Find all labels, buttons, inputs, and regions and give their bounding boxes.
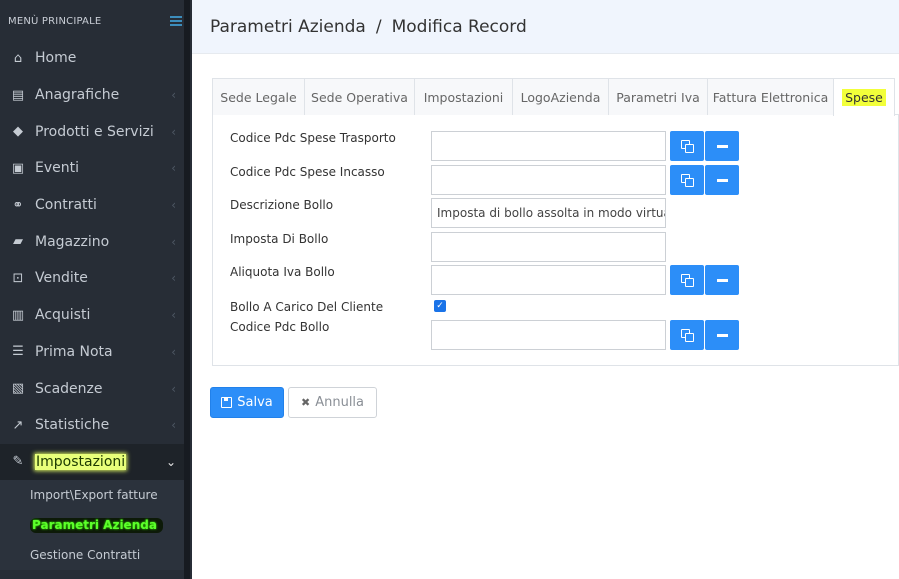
spese-trasporto-input[interactable] — [431, 131, 666, 161]
chevron-left-icon: ‹ — [171, 344, 176, 359]
minus-icon — [716, 278, 728, 282]
sidebar-item-contratti[interactable]: ⚭ Contratti ‹ — [0, 187, 184, 224]
minus-icon — [716, 333, 728, 337]
sidebar-item-acquisti[interactable]: ▥ Acquisti ‹ — [0, 297, 184, 334]
bollo-carico-cliente-checkbox[interactable]: ✓ — [434, 300, 446, 312]
money-icon: ▧ — [11, 381, 25, 397]
imposta-bollo-input[interactable] — [431, 232, 666, 262]
chevron-down-icon: ⌄ — [165, 454, 176, 469]
wrench-icon: ✎ — [12, 454, 24, 470]
spese-incasso-input[interactable] — [431, 165, 666, 195]
sidebar-item-magazzino[interactable]: ▰ Magazzino ‹ — [0, 223, 184, 260]
minus-icon — [716, 178, 728, 182]
tab-bar: Sede Legale Sede Operativa Impostazioni … — [212, 78, 899, 116]
id-card-icon: ▤ — [11, 87, 25, 103]
truck-icon: ▰ — [13, 234, 23, 250]
submenu-item-import-export[interactable]: Import\Export fatture — [0, 480, 184, 510]
sidebar-item-scadenze[interactable]: ▧ Scadenze ‹ — [0, 370, 184, 407]
codice-pdc-bollo-input[interactable] — [431, 320, 666, 350]
copy-button[interactable] — [670, 165, 704, 195]
chevron-left-icon: ‹ — [171, 308, 176, 323]
tab-impostazioni[interactable]: Impostazioni — [414, 78, 513, 115]
sidebar-item-prima-nota[interactable]: ☰ Prima Nota ‹ — [0, 334, 184, 371]
chevron-left-icon: ‹ — [171, 234, 176, 249]
sidebar-item-impostazioni[interactable]: ✎ Impostazioni ⌄ — [0, 443, 184, 481]
basket-icon: ⊡ — [12, 270, 24, 286]
save-button[interactable]: Salva — [210, 387, 284, 418]
floppy-disk-icon — [221, 397, 233, 408]
form-actions: Salva ✖ Annulla — [210, 387, 377, 418]
sidebar-scrollbar[interactable] — [184, 0, 190, 579]
hamburger-menu-icon[interactable] — [170, 16, 182, 26]
tab-parametri-iva[interactable]: Parametri Iva — [608, 78, 708, 115]
clear-button[interactable] — [705, 320, 739, 350]
field-label: Codice Pdc Spese Trasporto — [230, 131, 396, 145]
chevron-left-icon: ‹ — [171, 271, 176, 286]
calendar-check-icon: ▣ — [11, 160, 25, 176]
submenu-item-parametri-azienda[interactable]: Parametri Azienda — [0, 510, 184, 540]
chevron-left-icon: ‹ — [171, 381, 176, 396]
sidebar-item-anagrafiche[interactable]: ▤ Anagrafiche ‹ — [0, 77, 184, 114]
copy-button[interactable] — [670, 320, 704, 350]
barcode-icon: ▥ — [11, 307, 25, 323]
minus-icon — [716, 144, 728, 148]
breadcrumb-section[interactable]: Parametri Azienda — [210, 17, 366, 37]
field-label: Bollo A Carico Del Cliente — [230, 300, 384, 314]
sidebar-header: MENÙ PRINCIPALE — [0, 0, 192, 42]
sidebar-menu: ⌂ Home ▤ Anagrafiche ‹ ◆ Prodotti e Servizi ‹… — [0, 40, 184, 571]
copy-icon — [680, 273, 694, 287]
field-label: Aliquota Iva Bollo — [230, 265, 335, 279]
sidebar-item-eventi[interactable]: ▣ Eventi ‹ — [0, 150, 184, 187]
submenu-item-gestione-contratti[interactable]: Gestione Contratti — [0, 540, 184, 570]
home-icon: ⌂ — [13, 50, 23, 66]
copy-button[interactable] — [670, 131, 704, 161]
tag-icon: ◆ — [13, 124, 23, 140]
chevron-left-icon: ‹ — [171, 198, 176, 213]
sidebar-item-prodotti-servizi[interactable]: ◆ Prodotti e Servizi ‹ — [0, 113, 184, 150]
descrizione-bollo-input[interactable]: Imposta di bollo assolta in modo virtual… — [431, 198, 666, 228]
line-chart-icon: ↗ — [12, 417, 24, 433]
breadcrumb-separator: / — [375, 16, 382, 37]
chevron-left-icon: ‹ — [171, 88, 176, 103]
chevron-left-icon: ‹ — [171, 124, 176, 139]
handshake-icon: ⚭ — [12, 197, 24, 213]
tab-logo-azienda[interactable]: LogoAzienda — [512, 78, 609, 115]
chevron-left-icon: ‹ — [171, 418, 176, 433]
copy-icon — [680, 328, 694, 342]
field-label: Descrizione Bollo — [230, 198, 334, 212]
page-title: Modifica Record — [391, 16, 527, 37]
list-icon: ☰ — [12, 344, 24, 360]
tab-spese[interactable]: Spese — [833, 78, 895, 116]
copy-icon — [680, 173, 694, 187]
breadcrumb: Parametri Azienda / Modifica Record — [192, 0, 899, 54]
aliquota-iva-bollo-input[interactable] — [431, 265, 666, 295]
copy-icon — [680, 139, 694, 153]
clear-button[interactable] — [705, 165, 739, 195]
sidebar-submenu: Import\Export fatture Parametri Azienda … — [0, 480, 184, 571]
field-label: Codice Pdc Bollo — [230, 320, 330, 334]
clear-button[interactable] — [705, 131, 739, 161]
cancel-button[interactable]: ✖ Annulla — [288, 387, 377, 418]
tab-sede-legale[interactable]: Sede Legale — [212, 78, 305, 115]
sidebar: MENÙ PRINCIPALE ⌂ Home ▤ Anagrafiche ‹ ◆ Pro… — [0, 0, 192, 579]
sidebar-item-home[interactable]: ⌂ Home — [0, 40, 184, 77]
main-content: Parametri Azienda / Modifica Record Sede… — [192, 0, 899, 579]
field-label: Imposta Di Bollo — [230, 232, 329, 246]
sidebar-item-statistiche[interactable]: ↗ Statistiche ‹ — [0, 407, 184, 444]
tab-fattura-elettronica[interactable]: Fattura Elettronica — [707, 78, 834, 115]
chevron-left-icon: ‹ — [171, 161, 176, 176]
close-icon: ✖ — [300, 396, 311, 409]
sidebar-title: MENÙ PRINCIPALE — [8, 15, 102, 27]
sidebar-item-vendite[interactable]: ⊡ Vendite ‹ — [0, 260, 184, 297]
clear-button[interactable] — [705, 265, 739, 295]
field-label: Codice Pdc Spese Incasso — [230, 165, 385, 179]
copy-button[interactable] — [670, 265, 704, 295]
tab-panel-spese: Codice Pdc Spese Trasporto Codice Pdc Sp… — [212, 114, 899, 366]
tab-sede-operativa[interactable]: Sede Operativa — [304, 78, 415, 115]
